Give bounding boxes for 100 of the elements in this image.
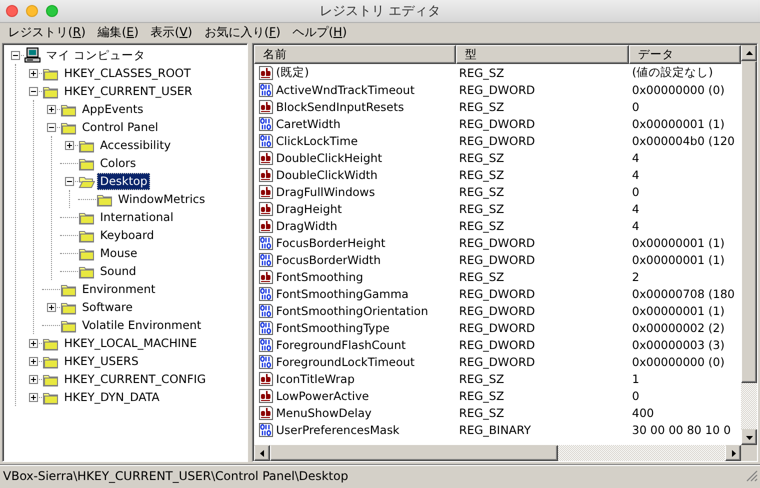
menu-item[interactable]: ヘルプ(H): [286, 24, 353, 41]
value-name[interactable]: ForegroundFlashCount: [276, 338, 406, 352]
column-header[interactable]: 型: [456, 45, 629, 64]
status-text: VBox-Sierra\HKEY_CURRENT_USER\Control Panel\Desktop: [3, 469, 350, 483]
tree-item[interactable]: マイ コンピュータ: [43, 46, 149, 64]
value-name[interactable]: FontSmoothingGamma: [276, 286, 409, 300]
tree-item[interactable]: HKEY_LOCAL_MACHINE: [61, 334, 200, 352]
binary-value-icon: [258, 354, 274, 370]
collapse-toggle[interactable]: [46, 122, 56, 132]
value-name[interactable]: DragHeight: [276, 202, 342, 216]
scroll-up-arrow[interactable]: [746, 50, 752, 56]
value-name[interactable]: ClickLockTime: [276, 134, 358, 148]
resize-grip-icon[interactable]: [746, 470, 758, 482]
value-name[interactable]: DragWidth: [276, 218, 338, 232]
expand-toggle[interactable]: [28, 356, 38, 366]
value-name[interactable]: DoubleClickHeight: [276, 150, 382, 164]
expand-toggle[interactable]: [28, 338, 38, 348]
collapse-toggle[interactable]: [10, 50, 20, 60]
expand-toggle[interactable]: [28, 68, 38, 78]
tree-item[interactable]: HKEY_CURRENT_USER: [61, 82, 196, 100]
scrollbar-thumb[interactable]: [741, 61, 757, 383]
binary-value-icon: [258, 252, 274, 268]
tree-item[interactable]: Sound: [97, 262, 140, 280]
value-name[interactable]: UserPreferencesMask: [276, 422, 400, 436]
value-type: REG_SZ: [458, 202, 506, 216]
tree-item[interactable]: WindowMetrics: [115, 190, 208, 208]
tree-item[interactable]: Volatile Environment: [79, 316, 204, 334]
text-value-icon: [258, 166, 274, 182]
binary-value-icon: [258, 422, 274, 438]
menu-item[interactable]: レジストリ(R): [2, 24, 92, 41]
value-type: REG_BINARY: [458, 422, 532, 436]
scroll-down-arrow[interactable]: [746, 434, 752, 440]
value-name[interactable]: BlockSendInputResets: [276, 100, 404, 114]
close-button[interactable]: [6, 5, 18, 17]
value-name[interactable]: IconTitleWrap: [276, 372, 355, 386]
expand-toggle[interactable]: [28, 374, 38, 384]
tree-item[interactable]: Desktop: [97, 172, 150, 190]
value-data: 0x00000000 (0): [631, 82, 726, 96]
tree-item[interactable]: Accessibility: [97, 136, 174, 154]
value-data: 4: [631, 218, 640, 232]
scroll-right-arrow[interactable]: [730, 450, 736, 456]
value-data: 4: [631, 150, 640, 164]
value-type: REG_DWORD: [458, 354, 536, 368]
text-value-icon: [258, 64, 274, 80]
expand-toggle[interactable]: [46, 302, 56, 312]
menu-item[interactable]: 編集(E): [92, 24, 145, 41]
value-name[interactable]: LowPowerActive: [276, 388, 369, 402]
text-value-icon: [258, 218, 274, 234]
tree-item[interactable]: Colors: [97, 154, 140, 172]
value-name[interactable]: (既定): [276, 65, 309, 80]
value-type: REG_DWORD: [458, 338, 536, 352]
expand-toggle[interactable]: [64, 140, 74, 150]
tree-item[interactable]: Control Panel: [79, 118, 162, 136]
value-data: 0x00000001 (1): [631, 304, 726, 318]
tree-item[interactable]: Environment: [79, 280, 158, 298]
window-title: レジストリ エディタ: [319, 3, 441, 20]
expand-toggle[interactable]: [28, 392, 38, 402]
tree-item[interactable]: HKEY_CLASSES_ROOT: [61, 64, 194, 82]
collapse-toggle[interactable]: [28, 86, 38, 96]
menu-item[interactable]: 表示(V): [144, 24, 198, 41]
value-name[interactable]: FontSmoothing: [276, 270, 364, 284]
value-name[interactable]: FocusBorderWidth: [276, 252, 381, 266]
binary-value-icon: [258, 82, 274, 98]
value-name[interactable]: CaretWidth: [276, 116, 341, 130]
tree-item[interactable]: Software: [79, 298, 136, 316]
value-name[interactable]: FontSmoothingType: [276, 320, 390, 334]
text-value-icon: [258, 184, 274, 200]
value-type: REG_DWORD: [458, 134, 536, 148]
tree-item[interactable]: HKEY_CURRENT_CONFIG: [61, 370, 209, 388]
scrollbar-thumb[interactable]: [270, 445, 558, 461]
expand-toggle[interactable]: [46, 104, 56, 114]
value-type: REG_SZ: [458, 66, 506, 80]
value-name[interactable]: FontSmoothingOrientation: [276, 304, 428, 318]
tree-item[interactable]: AppEvents: [79, 100, 146, 118]
text-value-icon: [258, 388, 274, 404]
tree-item[interactable]: HKEY_DYN_DATA: [61, 388, 162, 406]
value-name[interactable]: MenuShowDelay: [276, 406, 372, 420]
scroll-left-arrow[interactable]: [258, 450, 266, 456]
value-data: 1: [631, 372, 640, 386]
tree-item[interactable]: HKEY_USERS: [61, 352, 142, 370]
menu-item[interactable]: お気に入り(F): [198, 24, 287, 41]
tree-item[interactable]: Mouse: [97, 244, 140, 262]
value-data: 0x00000001 (1): [631, 116, 726, 130]
value-name[interactable]: ActiveWndTrackTimeout: [276, 82, 415, 96]
tree-item[interactable]: Keyboard: [97, 226, 158, 244]
tree-item[interactable]: International: [97, 208, 176, 226]
collapse-toggle[interactable]: [64, 176, 74, 186]
value-name[interactable]: DoubleClickWidth: [276, 168, 378, 182]
value-data: 0: [631, 388, 640, 402]
value-name[interactable]: DragFullWindows: [276, 184, 375, 198]
value-type: REG_DWORD: [458, 304, 536, 318]
value-name[interactable]: ForegroundLockTimeout: [276, 354, 415, 368]
column-header[interactable]: 名前: [254, 45, 456, 64]
value-name[interactable]: FocusBorderHeight: [276, 236, 386, 250]
value-data: 0x00000001 (1): [631, 252, 726, 266]
column-header[interactable]: データ: [629, 45, 741, 64]
value-data: (値の設定なし): [631, 65, 714, 80]
binary-value-icon: [258, 286, 274, 302]
value-data: 4: [631, 168, 640, 182]
value-data: 0x00000003 (3): [631, 338, 726, 352]
